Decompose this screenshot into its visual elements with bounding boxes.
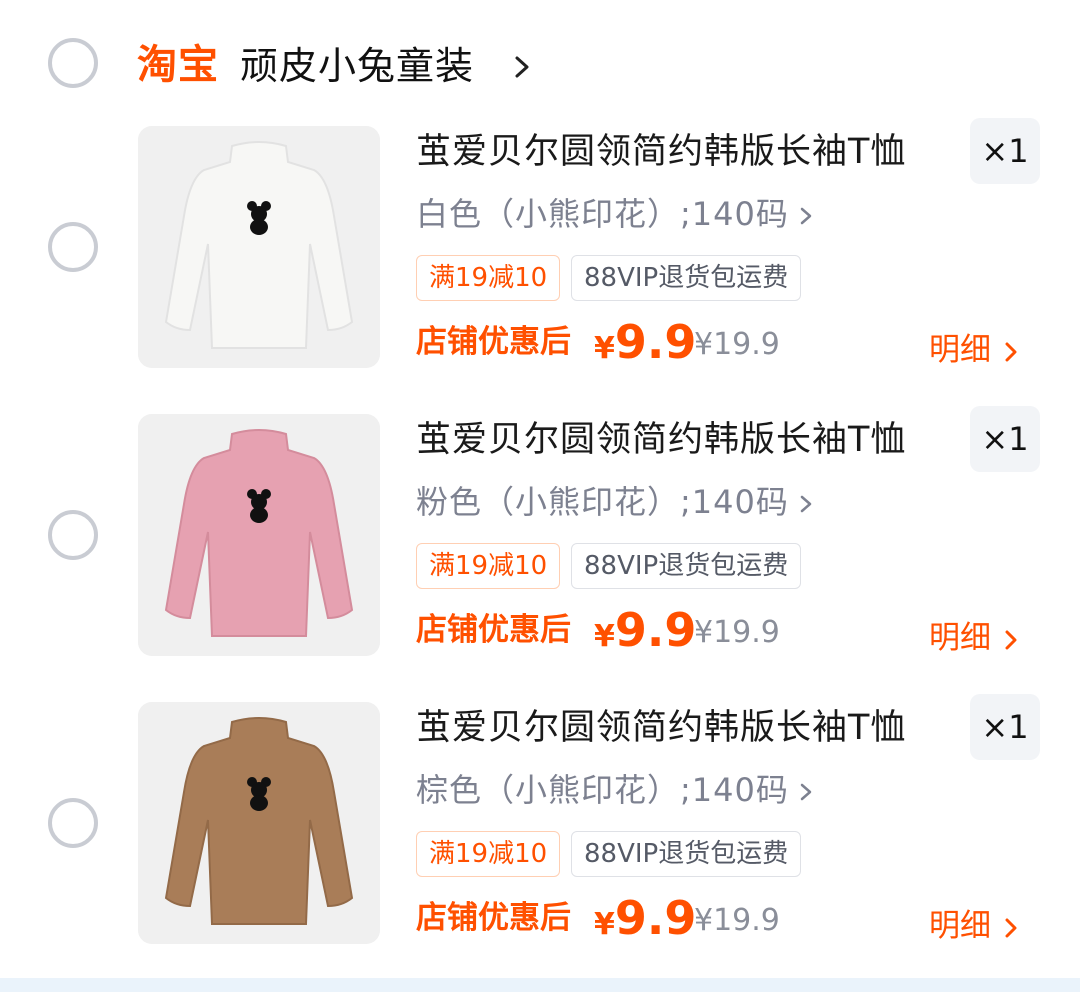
- sku-selector[interactable]: 棕色（小熊印花）;140码: [416, 768, 817, 812]
- chevron-right-icon: [1005, 630, 1017, 649]
- item-select-radio[interactable]: [48, 798, 98, 848]
- detail-label: 明细: [929, 620, 991, 656]
- detail-label: 明细: [929, 332, 991, 368]
- cart-item: 茧爱贝尔圆领简约韩版长袖T恤 ×1 粉色（小熊印花）;140码 满19减10 8…: [0, 406, 1080, 674]
- product-title[interactable]: 茧爱贝尔圆领简约韩版长袖T恤: [416, 705, 906, 751]
- shop-header: 淘宝 顽皮小兔童装: [0, 0, 1080, 120]
- shirt-image: [138, 702, 380, 944]
- sku-selector[interactable]: 白色（小熊印花）;140码: [416, 192, 817, 236]
- quantity-button[interactable]: ×1: [970, 694, 1040, 760]
- chevron-right-icon: [1005, 342, 1017, 361]
- sku-label: 棕色（小熊印花）;140码: [416, 771, 789, 809]
- chevron-right-icon: [1005, 918, 1017, 937]
- product-thumbnail[interactable]: [138, 414, 380, 656]
- price-label: 店铺优惠后: [416, 900, 571, 936]
- cart-item: 茧爱贝尔圆领简约韩版长袖T恤 ×1 白色（小熊印花）;140码 满19减10 8…: [0, 118, 1080, 386]
- product-title[interactable]: 茧爱贝尔圆领简约韩版长袖T恤: [416, 129, 906, 175]
- chevron-right-icon: [800, 495, 812, 513]
- chevron-right-icon: [800, 207, 812, 225]
- currency-symbol: ¥: [594, 619, 615, 654]
- quantity-button[interactable]: ×1: [970, 118, 1040, 184]
- vip-return-tag: 88VIP退货包运费: [571, 255, 802, 301]
- product-thumbnail[interactable]: [138, 702, 380, 944]
- chevron-right-icon: [800, 783, 812, 801]
- promo-tag: 满19减10: [416, 543, 561, 589]
- chevron-right-icon[interactable]: [508, 52, 538, 82]
- price-value: 9.9: [614, 315, 697, 369]
- original-price: ¥19.9: [694, 903, 780, 938]
- shirt-image: [138, 414, 380, 656]
- original-price: ¥19.9: [694, 327, 780, 362]
- sku-label: 白色（小熊印花）;140码: [416, 195, 789, 233]
- shop-name-link[interactable]: 顽皮小兔童装: [240, 40, 474, 92]
- sku-selector[interactable]: 粉色（小熊印花）;140码: [416, 480, 817, 524]
- product-title[interactable]: 茧爱贝尔圆领简约韩版长袖T恤: [416, 417, 906, 463]
- currency-symbol: ¥: [594, 331, 615, 366]
- vip-return-tag: 88VIP退货包运费: [571, 543, 802, 589]
- price-value: 9.9: [614, 603, 697, 657]
- price-label: 店铺优惠后: [416, 612, 571, 648]
- price-label: 店铺优惠后: [416, 324, 571, 360]
- shirt-image: [138, 126, 380, 368]
- bottom-bar-edge: [0, 978, 1080, 992]
- promo-tag: 满19减10: [416, 255, 561, 301]
- discount-price: ¥9.9: [594, 600, 696, 671]
- price-detail-button[interactable]: 明细: [929, 616, 1023, 660]
- discount-price: ¥9.9: [594, 888, 696, 959]
- vip-return-tag: 88VIP退货包运费: [571, 831, 802, 877]
- sku-label: 粉色（小熊印花）;140码: [416, 483, 789, 521]
- detail-label: 明细: [929, 908, 991, 944]
- shop-select-radio[interactable]: [48, 38, 98, 88]
- item-select-radio[interactable]: [48, 222, 98, 272]
- price-detail-button[interactable]: 明细: [929, 904, 1023, 948]
- promo-tag: 满19减10: [416, 831, 561, 877]
- original-price: ¥19.9: [694, 615, 780, 650]
- item-select-radio[interactable]: [48, 510, 98, 560]
- taobao-logo: 淘宝: [137, 42, 219, 88]
- quantity-button[interactable]: ×1: [970, 406, 1040, 472]
- price-detail-button[interactable]: 明细: [929, 328, 1023, 372]
- currency-symbol: ¥: [594, 907, 615, 942]
- cart-item: 茧爱贝尔圆领简约韩版长袖T恤 ×1 棕色（小熊印花）;140码 满19减10 8…: [0, 694, 1080, 962]
- discount-price: ¥9.9: [594, 312, 696, 383]
- price-value: 9.9: [614, 891, 697, 945]
- product-thumbnail[interactable]: [138, 126, 380, 368]
